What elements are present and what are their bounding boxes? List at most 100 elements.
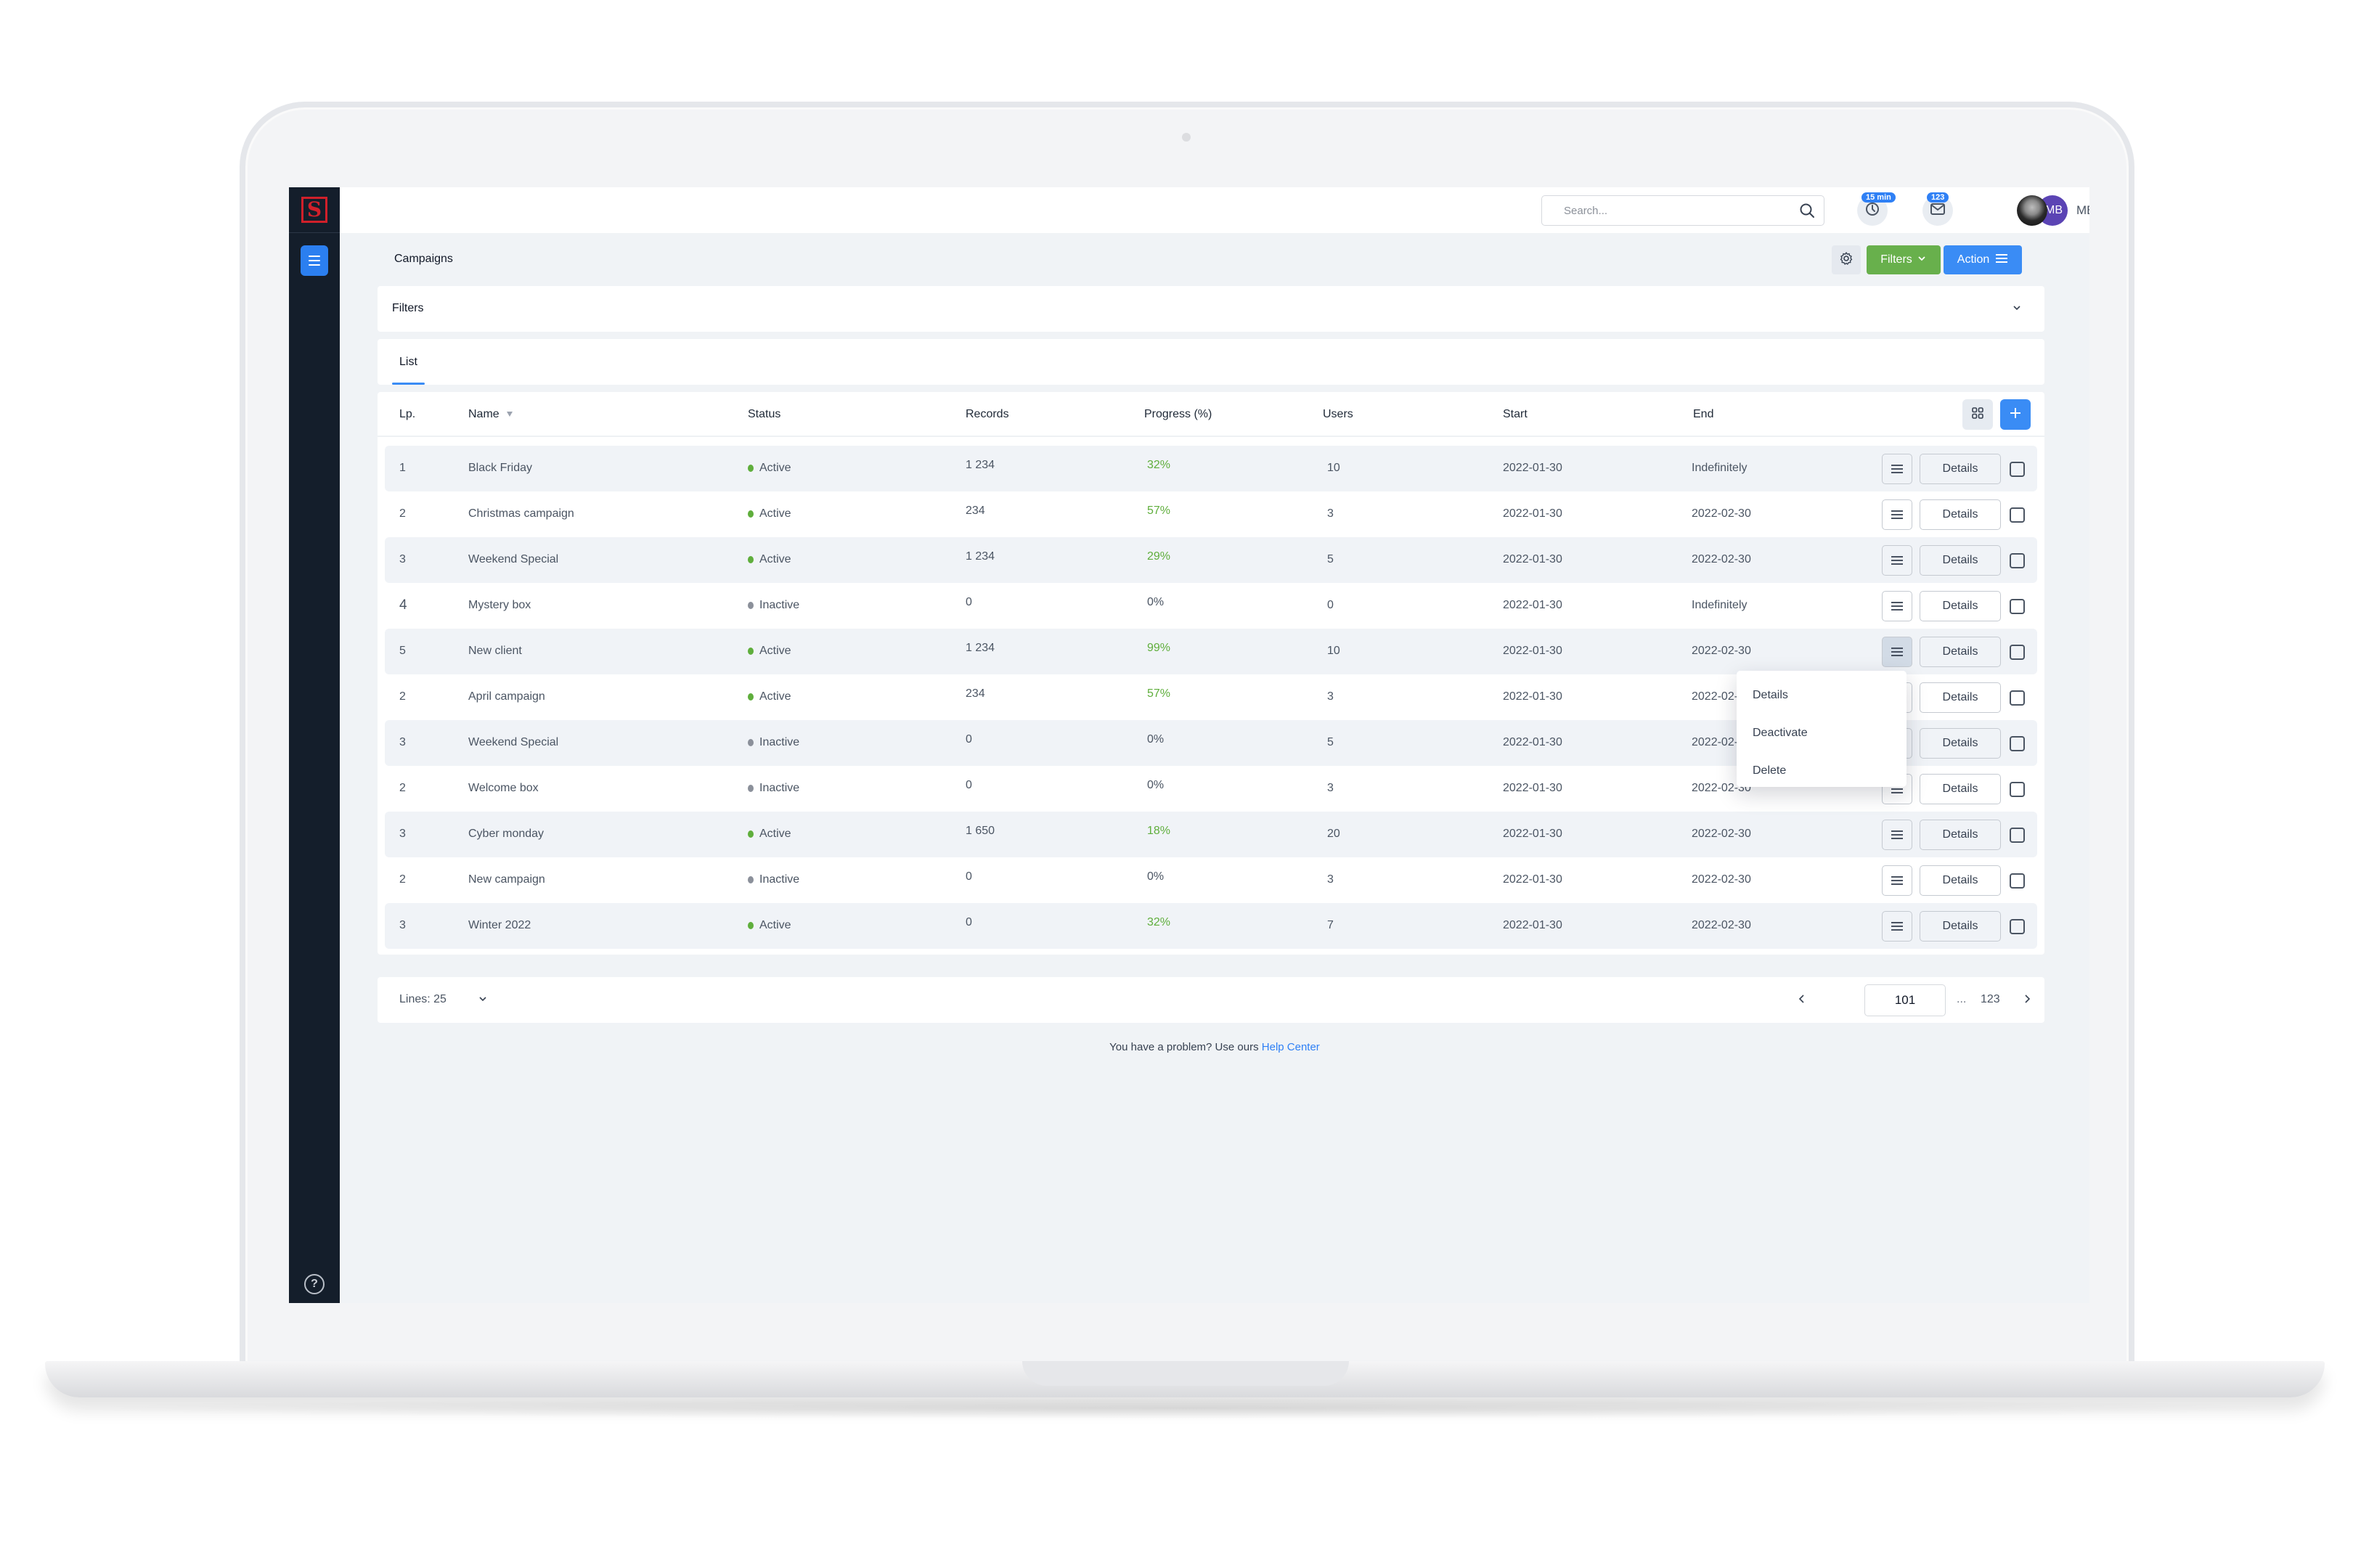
cell-start: 2022-01-30 [1503,462,1562,474]
menu-item-details[interactable]: Details [1737,677,1907,714]
status-badge: Active [748,507,791,520]
table-row[interactable]: 3 Weekend Special Active 1 234 29% 5 2022-01-3… [385,537,2037,583]
settings-button[interactable] [1832,245,1861,274]
row-checkbox[interactable] [2010,873,2025,889]
row-menu-button[interactable] [1882,865,1912,896]
cell-records: 0 [966,779,972,791]
table-row[interactable]: 1 Black Friday Active 1 234 32% 10 2022-01-30 I… [385,446,2037,491]
status-label: Inactive [759,736,800,748]
row-checkbox[interactable] [2010,599,2025,614]
details-button[interactable]: Details [1920,637,2001,667]
next-page-icon[interactable] [2022,992,2032,1010]
search-icon[interactable] [1799,203,1815,222]
table-row[interactable]: 2 New campaign Inactive 0 0% 3 2022-01-30 2022-… [385,857,2037,903]
chevron-down-icon[interactable] [477,993,489,1008]
table-row[interactable]: 2 Christmas campaign Active 234 57% 3 2022-01-… [385,491,2037,537]
messages-button[interactable]: 123 [1922,192,1953,226]
details-button[interactable]: Details [1920,728,2001,759]
cell-name: Winter 2022 [468,919,531,931]
timer-button[interactable]: 15 min [1857,192,1896,226]
action-button-label: Action [1957,253,1990,266]
table-row[interactable]: 4 Mystery box Inactive 0 0% 0 2022-01-30 Indefi… [385,583,2037,629]
details-button[interactable]: Details [1920,682,2001,713]
status-label: Active [759,919,791,931]
lines-per-page-label[interactable]: Lines: 25 [399,993,446,1006]
help-icon[interactable]: ? [304,1274,325,1294]
page-number-input[interactable] [1864,984,1946,1016]
row-checkbox[interactable] [2010,462,2025,477]
row-checkbox[interactable] [2010,690,2025,706]
column-header-end: End [1693,408,1714,420]
cell-start: 2022-01-30 [1503,507,1562,520]
filters-button[interactable]: Filters [1867,245,1941,274]
help-center-link[interactable]: Help Center [1262,1041,1320,1053]
sidebar-menu-button[interactable] [301,245,328,276]
row-menu-button[interactable] [1882,454,1912,484]
grid-view-button[interactable] [1962,399,1993,430]
row-checkbox[interactable] [2010,919,2025,934]
row-checkbox[interactable] [2010,828,2025,843]
table-row[interactable]: 3 Cyber monday Active 1 650 18% 20 2022-01-30 2… [385,812,2037,857]
cell-users: 5 [1327,736,1334,748]
status-badge: Active [748,645,791,658]
cell-lp: 3 [399,919,406,931]
row-menu-button[interactable] [1882,637,1912,667]
row-checkbox[interactable] [2010,645,2025,660]
details-button[interactable]: Details [1920,545,2001,576]
last-page-link[interactable]: 123 [1981,993,2000,1006]
add-campaign-button[interactable] [2000,399,2031,430]
details-button[interactable]: Details [1920,911,2001,942]
status-label: Inactive [759,782,800,794]
cell-end: Indefinitely [1692,599,1748,611]
details-button[interactable]: Details [1920,591,2001,621]
cell-progress: 0% [1147,733,1165,746]
cell-name: Christmas campaign [468,507,574,520]
row-menu-button[interactable] [1882,591,1912,621]
brand-logo-icon[interactable]: S [301,197,327,223]
details-button[interactable]: Details [1920,820,2001,850]
cell-name: New campaign [468,873,545,886]
row-menu-button[interactable] [1882,820,1912,850]
cell-lp: 2 [399,507,406,520]
menu-item-deactivate[interactable]: Deactivate [1737,714,1907,752]
table-row[interactable]: 3 Winter 2022 Active 0 32% 7 2022-01-30 2022-02… [385,903,2037,949]
cell-start: 2022-01-30 [1503,782,1562,794]
help-footer: You have a problem? Use ours Help Center [289,1041,2089,1053]
status-badge: Active [748,462,791,475]
user-avatar-photo[interactable] [2017,195,2047,226]
action-button[interactable]: Action [1944,245,2022,274]
cell-progress: 57% [1147,687,1171,700]
row-checkbox[interactable] [2010,553,2025,568]
chevron-down-icon[interactable] [2011,302,2023,317]
cell-progress: 32% [1147,459,1171,471]
tab-list[interactable]: List [392,339,425,385]
previous-page-icon[interactable] [1797,992,1807,1010]
filters-panel-label: Filters [392,302,424,314]
row-menu-button[interactable] [1882,499,1912,530]
details-button[interactable]: Details [1920,454,2001,484]
filters-panel[interactable]: Filters [378,286,2044,332]
cell-progress: 18% [1147,825,1171,837]
cell-users: 20 [1327,828,1340,840]
cell-users: 3 [1327,873,1334,886]
row-checkbox[interactable] [2010,507,2025,523]
cell-records: 0 [966,596,972,608]
search-input[interactable] [1564,204,1782,217]
status-dot-icon [748,739,754,746]
details-button[interactable]: Details [1920,865,2001,896]
row-menu-button[interactable] [1882,545,1912,576]
row-menu-button[interactable] [1882,911,1912,942]
column-header-name[interactable]: Name [468,408,513,421]
row-checkbox[interactable] [2010,782,2025,797]
menu-lines-icon [1891,510,1903,519]
table-row[interactable]: 5 New client Active 1 234 99% 10 2022-01-30 202… [385,629,2037,674]
user-name[interactable]: MB [2076,203,2089,218]
cell-start: 2022-01-30 [1503,599,1562,611]
details-button[interactable]: Details [1920,774,2001,804]
row-checkbox[interactable] [2010,736,2025,751]
details-button[interactable]: Details [1920,499,2001,530]
menu-item-delete[interactable]: Delete [1737,752,1907,790]
menu-lines-icon [1995,253,2008,267]
status-badge: Inactive [748,736,799,749]
search-box[interactable] [1541,195,1824,226]
